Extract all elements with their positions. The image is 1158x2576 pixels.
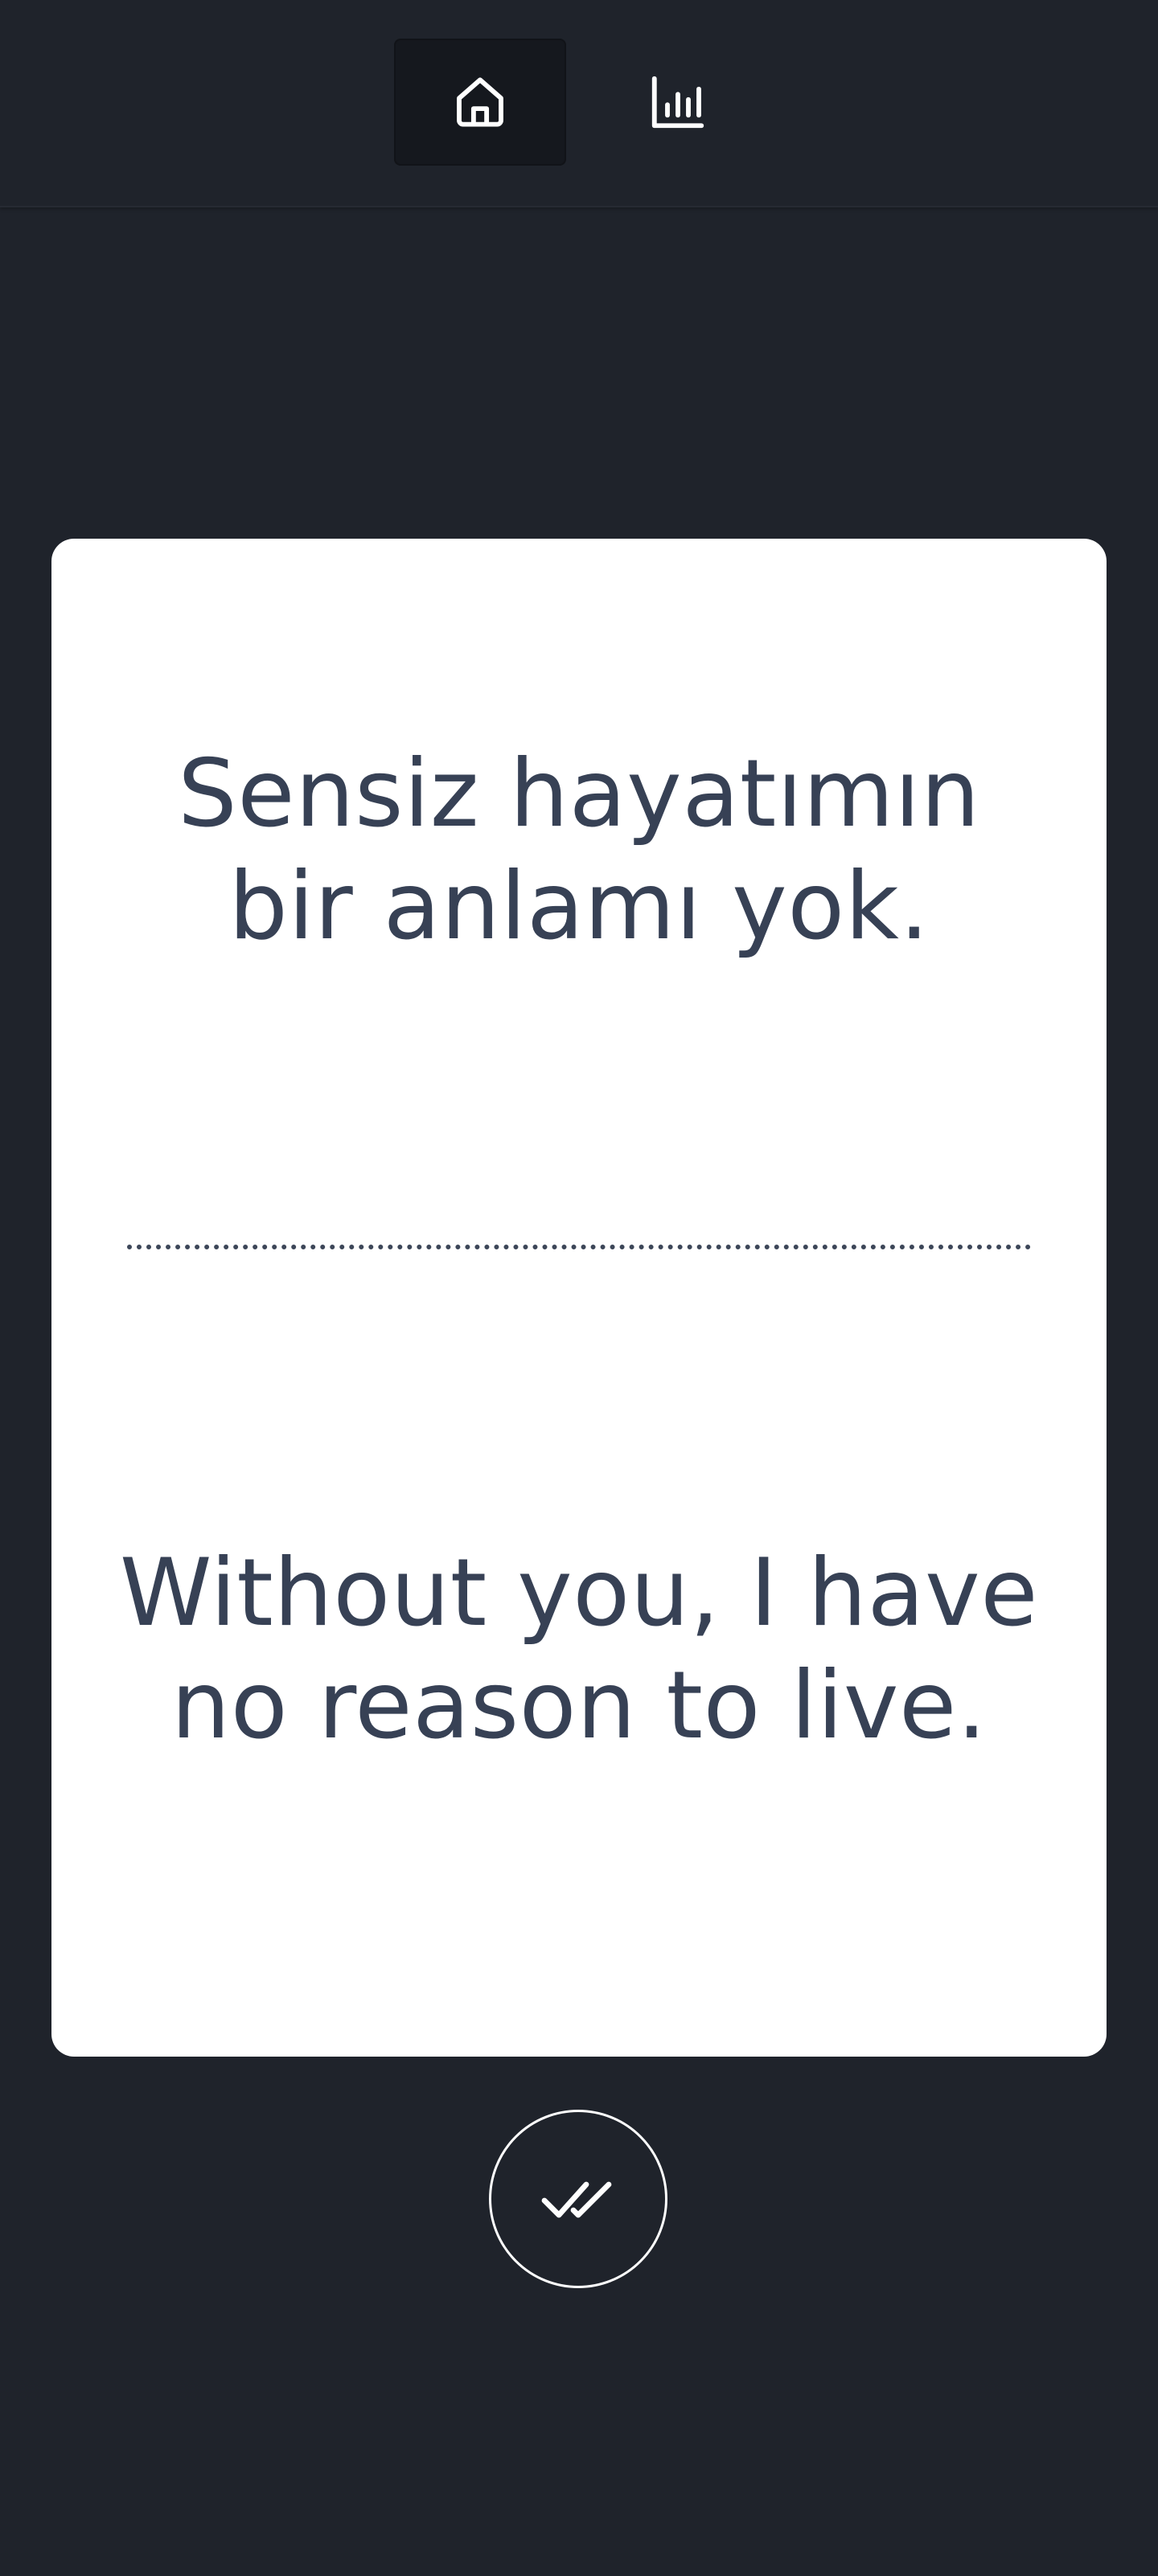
mark-learned-button[interactable] [489,2110,667,2288]
page: Sensiz hayatımın bir anlamı yok. Without… [0,0,1158,2576]
home-icon [457,77,503,127]
bar-chart-icon [651,76,704,129]
flashcard: Sensiz hayatımın bir anlamı yok. Without… [51,539,1107,2057]
card-divider [127,1245,1031,1249]
statistics-button[interactable] [592,39,764,166]
double-check-icon [541,2181,612,2218]
translation-phrase: Without you, I have no reason to live. [119,1539,1039,1760]
top-navigation-bar [0,0,1158,207]
home-button[interactable] [394,39,566,166]
source-phrase: Sensiz hayatımın bir anlamı yok. [178,740,980,961]
